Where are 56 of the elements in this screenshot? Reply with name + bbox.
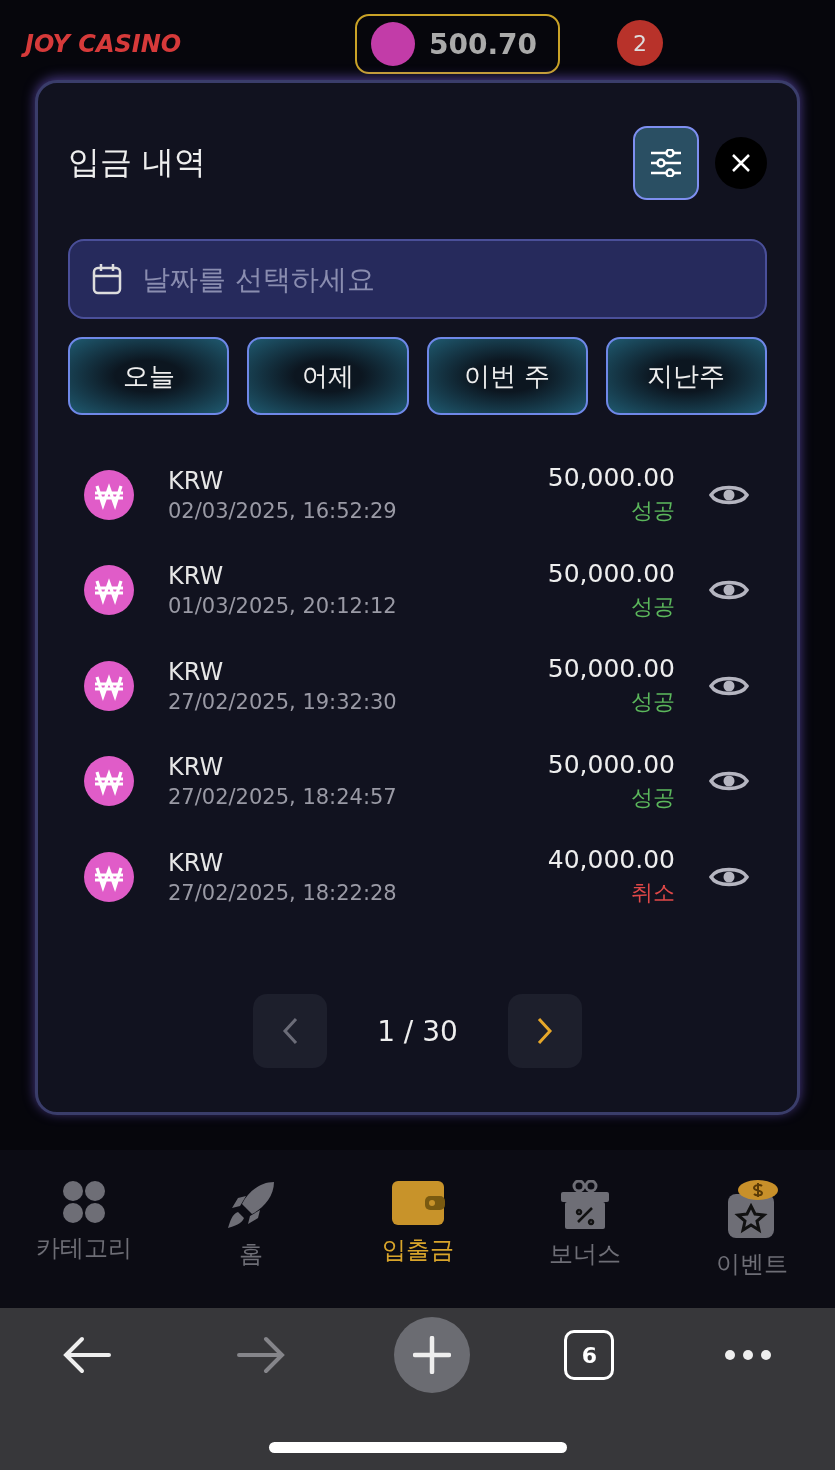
chevron-right-icon	[536, 1017, 553, 1045]
transaction-amount: 50,000.00	[547, 463, 675, 493]
transaction-amount: 50,000.00	[547, 749, 675, 779]
date-range-button[interactable]: 이번 주	[426, 337, 588, 415]
transaction-datetime: 01/03/2025, 20:12:12	[168, 594, 398, 619]
bottom-nav-item[interactable]: 카테고리	[0, 1180, 167, 1264]
back-arrow-icon	[62, 1336, 111, 1374]
won-currency-icon	[84, 565, 134, 616]
transaction-status: 성공	[631, 497, 675, 526]
currency-code: KRW	[168, 657, 225, 686]
transaction-status: 성공	[631, 688, 675, 717]
date-range-button[interactable]: 어제	[247, 337, 409, 415]
forward-arrow-icon	[236, 1336, 285, 1374]
transaction-datetime: 02/03/2025, 16:52:29	[168, 498, 398, 523]
won-currency-icon	[84, 660, 134, 711]
balance-amount: 500.70	[429, 27, 538, 61]
transaction-amount: 50,000.00	[547, 654, 675, 684]
currency-code: KRW	[168, 753, 225, 782]
date-picker-field[interactable]: 날짜를 선택하세요	[68, 239, 767, 319]
calendar-icon	[92, 263, 122, 295]
close-icon	[732, 154, 750, 172]
close-button[interactable]	[715, 137, 767, 189]
bottom-nav-item[interactable]: 홈	[167, 1180, 334, 1270]
currency-code: KRW	[168, 848, 225, 877]
transaction-status: 성공	[631, 592, 675, 621]
date-range-button[interactable]: 지난주	[605, 337, 767, 415]
currency-code: KRW	[168, 466, 225, 495]
notification-badge: 2	[617, 20, 663, 66]
balance-pill[interactable]: 500.70	[355, 14, 560, 74]
tab-count-button[interactable]: 6	[564, 1330, 615, 1380]
gift-icon	[559, 1180, 610, 1230]
bottom-nav-item[interactable]: 입출금	[334, 1180, 501, 1266]
won-currency-icon	[84, 851, 134, 902]
more-dots-icon	[724, 1349, 773, 1361]
chevron-left-icon	[282, 1017, 299, 1045]
transaction-status: 취소	[631, 879, 675, 908]
filter-button[interactable]	[633, 126, 699, 200]
transaction-amount: 50,000.00	[547, 558, 675, 588]
rocket-icon	[225, 1180, 276, 1230]
transaction-status: 성공	[631, 783, 675, 812]
won-currency-icon	[84, 756, 134, 807]
grid-icon	[61, 1180, 106, 1224]
transaction-datetime: 27/02/2025, 18:22:28	[168, 880, 398, 905]
page-indicator: 1 / 30	[377, 1014, 458, 1048]
currency-code: KRW	[168, 562, 225, 591]
won-currency-icon	[84, 469, 134, 520]
plus-icon	[413, 1336, 452, 1374]
bottom-nav-item[interactable]: 이벤트	[668, 1180, 835, 1280]
date-range-button[interactable]: 오늘	[68, 337, 230, 415]
wallet-icon	[390, 1180, 445, 1226]
transaction-datetime: 27/02/2025, 18:24:57	[168, 785, 398, 810]
bottom-nav-item[interactable]: 보너스	[501, 1180, 668, 1270]
transaction-datetime: 27/02/2025, 19:32:30	[168, 689, 398, 714]
sliders-icon	[650, 149, 682, 177]
dialog-title: 입금 내역	[68, 142, 207, 183]
transaction-amount: 40,000.00	[547, 845, 675, 875]
